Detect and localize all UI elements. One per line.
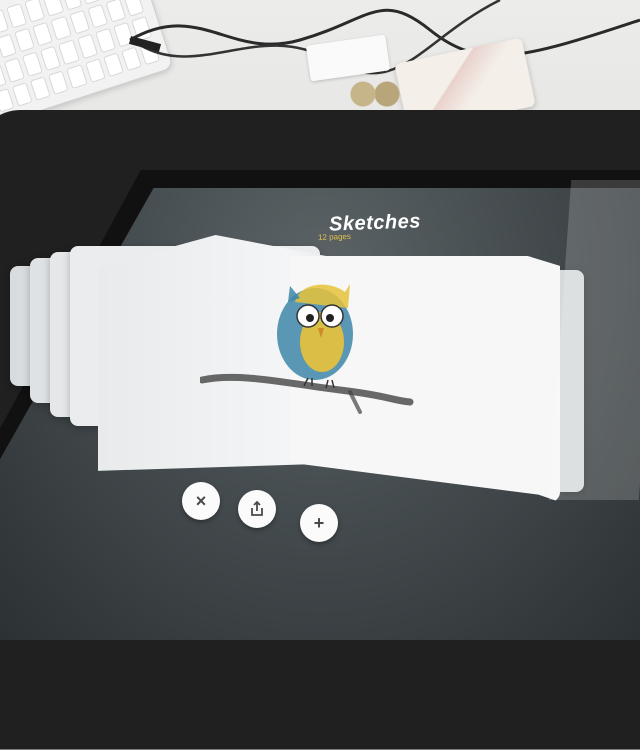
share-icon	[251, 500, 263, 516]
keys	[345, 78, 405, 110]
add-button[interactable]: +	[300, 504, 338, 542]
share-button[interactable]	[238, 490, 276, 528]
add-icon: +	[313, 512, 325, 533]
close-button[interactable]: ×	[182, 482, 220, 520]
close-icon: ×	[195, 490, 207, 511]
owl-sketch	[200, 284, 414, 414]
